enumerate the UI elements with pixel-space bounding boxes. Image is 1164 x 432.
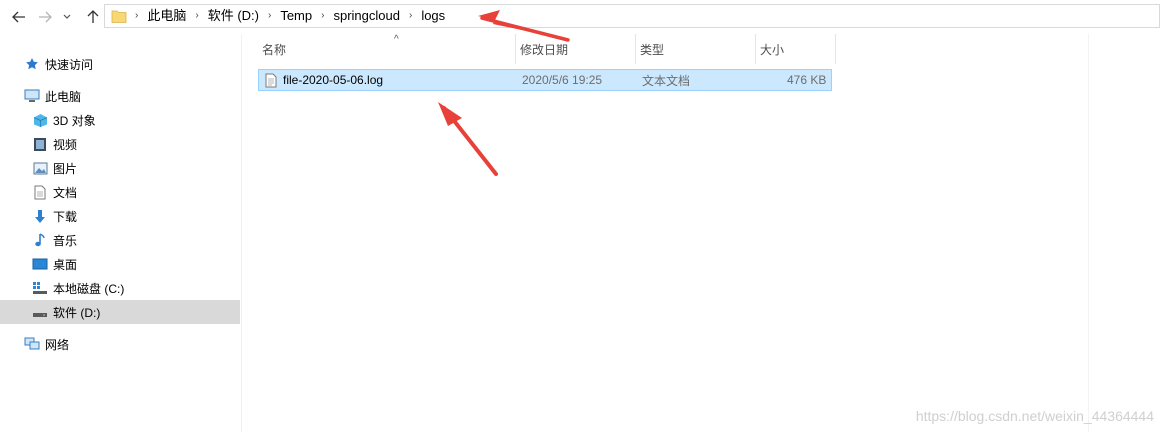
file-size: 476 KB bbox=[787, 73, 827, 87]
nav-network[interactable]: 网络 bbox=[0, 332, 240, 356]
chevron-down-icon bbox=[63, 14, 71, 19]
nav-drive-c[interactable]: 本地磁盘 (C:) bbox=[0, 276, 240, 300]
nav-label: 快速访问 bbox=[45, 57, 94, 72]
star-icon bbox=[24, 56, 40, 72]
back-button[interactable] bbox=[8, 6, 30, 28]
nav-3d-objects[interactable]: 3D 对象 bbox=[0, 108, 240, 132]
breadcrumb-drive-d[interactable]: 软件 (D:) bbox=[205, 5, 262, 27]
breadcrumb-separator: › bbox=[321, 10, 325, 21]
nav-label: 本地磁盘 (C:) bbox=[53, 281, 125, 296]
drive-icon bbox=[32, 304, 48, 320]
recent-locations-button[interactable] bbox=[60, 6, 74, 28]
nav-label: 视频 bbox=[53, 137, 78, 152]
file-type: 文本文档 bbox=[642, 73, 691, 88]
column-name[interactable]: 名称 bbox=[258, 34, 516, 64]
folder-icon bbox=[109, 5, 129, 27]
breadcrumb-logs[interactable]: logs bbox=[418, 5, 448, 27]
nav-documents[interactable]: 文档 bbox=[0, 180, 240, 204]
column-label: 大小 bbox=[760, 42, 785, 57]
file-modified: 2020/5/6 19:25 bbox=[522, 73, 603, 87]
nav-label: 桌面 bbox=[53, 257, 78, 272]
column-label: 类型 bbox=[640, 42, 665, 57]
breadcrumb-separator: › bbox=[267, 10, 272, 21]
navigation-pane: 快速访问 此电脑 3D 对象 视频 图片 文档 下载 音乐 桌面 本地磁盘 (C… bbox=[0, 34, 242, 432]
column-type[interactable]: 类型 bbox=[636, 34, 756, 64]
nav-this-pc[interactable]: 此电脑 bbox=[0, 84, 240, 108]
nav-label: 网络 bbox=[45, 337, 70, 352]
network-icon bbox=[24, 336, 40, 352]
breadcrumb-separator: › bbox=[135, 10, 139, 21]
download-arrow-icon bbox=[32, 208, 48, 224]
nav-pictures[interactable]: 图片 bbox=[0, 156, 240, 180]
system-drive-icon bbox=[32, 280, 48, 296]
column-header-row: ^ 名称 修改日期 类型 大小 bbox=[258, 34, 838, 64]
pane-divider bbox=[1088, 34, 1089, 432]
desktop-icon bbox=[32, 256, 48, 272]
nav-videos[interactable]: 视频 bbox=[0, 132, 240, 156]
watermark: https://blog.csdn.net/weixin_44364444 bbox=[915, 408, 1154, 424]
nav-label: 下载 bbox=[53, 209, 78, 224]
cube-3d-icon bbox=[32, 112, 48, 128]
nav-label: 文档 bbox=[53, 185, 78, 200]
back-arrow-icon bbox=[12, 11, 25, 23]
breadcrumb-separator: › bbox=[408, 10, 413, 21]
column-size[interactable]: 大小 bbox=[756, 34, 836, 64]
address-bar[interactable]: › 此电脑 › 软件 (D:) › Temp › springcloud › l… bbox=[104, 4, 1160, 28]
nav-music[interactable]: 音乐 bbox=[0, 228, 240, 252]
file-name: file-2020-05-06.log bbox=[283, 73, 384, 87]
breadcrumb-this-pc[interactable]: 此电脑 bbox=[144, 5, 189, 27]
file-list-pane: ^ 名称 修改日期 类型 大小 file-2020-05-06.log 2020… bbox=[242, 34, 1164, 432]
nav-label: 音乐 bbox=[53, 233, 78, 248]
document-icon bbox=[32, 184, 48, 200]
nav-label: 3D 对象 bbox=[53, 113, 96, 128]
nav-downloads[interactable]: 下载 bbox=[0, 204, 240, 228]
video-icon bbox=[32, 136, 48, 152]
column-label: 修改日期 bbox=[520, 42, 569, 57]
breadcrumb-springcloud[interactable]: springcloud bbox=[330, 5, 403, 27]
nav-label: 此电脑 bbox=[45, 89, 82, 104]
computer-icon bbox=[24, 88, 40, 104]
nav-label: 图片 bbox=[53, 161, 78, 176]
nav-label: 软件 (D:) bbox=[53, 305, 101, 320]
nav-desktop[interactable]: 桌面 bbox=[0, 252, 240, 276]
forward-button[interactable] bbox=[34, 6, 56, 28]
up-arrow-icon bbox=[87, 10, 99, 23]
up-button[interactable] bbox=[82, 6, 104, 28]
column-label: 名称 bbox=[262, 42, 287, 57]
picture-icon bbox=[32, 160, 48, 176]
nav-drive-d[interactable]: 软件 (D:) bbox=[0, 300, 240, 324]
forward-arrow-icon bbox=[39, 11, 52, 23]
breadcrumb-separator: › bbox=[195, 10, 199, 21]
breadcrumb-temp[interactable]: Temp bbox=[277, 5, 315, 27]
text-file-icon bbox=[265, 70, 277, 90]
music-note-icon bbox=[32, 232, 48, 248]
file-row[interactable]: file-2020-05-06.log 2020/5/6 19:25 文本文档 … bbox=[258, 69, 832, 91]
column-modified[interactable]: 修改日期 bbox=[516, 34, 636, 64]
address-row: › 此电脑 › 软件 (D:) › Temp › springcloud › l… bbox=[0, 0, 1164, 34]
nav-quick-access[interactable]: 快速访问 bbox=[0, 52, 240, 76]
